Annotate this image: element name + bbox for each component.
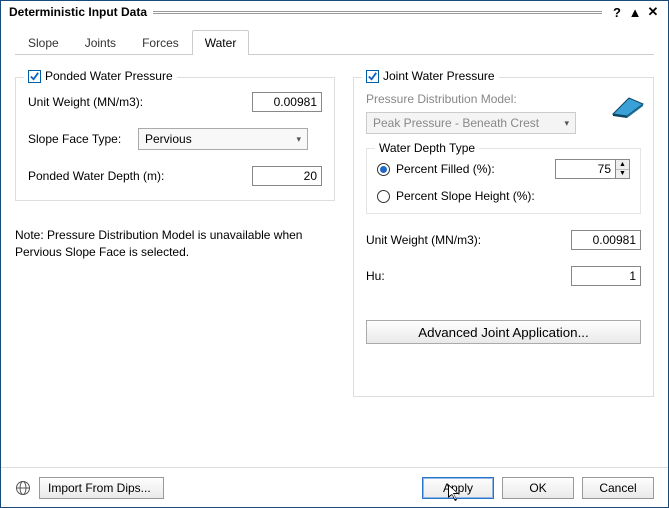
advanced-joint-button[interactable]: Advanced Joint Application... xyxy=(366,320,641,344)
dialog-body: Slope Joints Forces Water Ponded Water P… xyxy=(1,23,668,467)
footer: Import From Dips... Apply OK Cancel xyxy=(1,467,668,507)
percent-slope-label: Percent Slope Height (%): xyxy=(396,189,535,203)
collapse-button[interactable]: ▲ xyxy=(626,4,644,20)
help-button[interactable]: ? xyxy=(608,4,626,20)
wedge-icon xyxy=(611,96,645,121)
apply-button[interactable]: Apply xyxy=(422,477,494,499)
percent-filled-radio[interactable] xyxy=(377,163,390,176)
tab-water[interactable]: Water xyxy=(192,30,250,55)
percent-filled-input[interactable] xyxy=(555,159,615,179)
chevron-down-icon: ▾ xyxy=(296,134,301,145)
ponded-water-group: Ponded Water Pressure Unit Weight (MN/m3… xyxy=(15,77,335,201)
ponded-unit-weight-input[interactable] xyxy=(252,92,322,112)
ponded-water-header[interactable]: Ponded Water Pressure xyxy=(24,69,177,83)
ponded-depth-input[interactable] xyxy=(252,166,322,186)
spin-up-icon[interactable]: ▲ xyxy=(616,160,629,170)
hu-label: Hu: xyxy=(366,269,571,283)
water-depth-type-group: Water Depth Type Percent Filled (%): ▲ ▼ xyxy=(366,148,641,214)
percent-filled-spin[interactable]: ▲ ▼ xyxy=(555,159,630,179)
slope-face-type-select[interactable]: Pervious ▾ xyxy=(138,128,308,150)
pdm-value: Peak Pressure - Beneath Crest xyxy=(373,116,539,130)
titlebar-separator xyxy=(153,11,602,14)
spin-down-icon[interactable]: ▼ xyxy=(616,170,629,179)
ponded-water-title: Ponded Water Pressure xyxy=(45,69,173,83)
pdm-label: Pressure Distribution Model: xyxy=(366,92,641,106)
slope-face-type-value: Pervious xyxy=(145,132,192,146)
hu-input[interactable] xyxy=(571,266,641,286)
left-column: Ponded Water Pressure Unit Weight (MN/m3… xyxy=(15,69,335,261)
percent-slope-radio[interactable] xyxy=(377,190,390,203)
pdm-select: Peak Pressure - Beneath Crest ▾ xyxy=(366,112,576,134)
percent-filled-label: Percent Filled (%): xyxy=(396,162,549,176)
joint-water-checkbox[interactable] xyxy=(366,70,379,83)
import-from-dips-button[interactable]: Import From Dips... xyxy=(39,477,164,499)
ponded-unit-weight-label: Unit Weight (MN/m3): xyxy=(28,95,252,109)
ponded-water-checkbox[interactable] xyxy=(28,70,41,83)
joint-water-group: Joint Water Pressure Pressure Distributi… xyxy=(353,77,654,397)
joint-unit-weight-label: Unit Weight (MN/m3): xyxy=(366,233,571,247)
columns: Ponded Water Pressure Unit Weight (MN/m3… xyxy=(15,69,654,397)
joint-unit-weight-input[interactable] xyxy=(571,230,641,250)
pervious-note: Note: Pressure Distribution Model is una… xyxy=(15,227,335,261)
cancel-button[interactable]: Cancel xyxy=(582,477,654,499)
joint-water-title: Joint Water Pressure xyxy=(383,69,495,83)
window-title: Deterministic Input Data xyxy=(9,5,147,19)
ponded-depth-label: Ponded Water Depth (m): xyxy=(28,169,252,183)
joint-water-header[interactable]: Joint Water Pressure xyxy=(362,69,499,83)
spin-arrows[interactable]: ▲ ▼ xyxy=(615,159,630,179)
water-depth-type-title: Water Depth Type xyxy=(375,141,479,155)
chevron-down-icon: ▾ xyxy=(564,118,569,129)
tab-joints[interactable]: Joints xyxy=(72,30,129,55)
right-column: Joint Water Pressure Pressure Distributi… xyxy=(353,69,654,397)
titlebar: Deterministic Input Data ? ▲ ✕ xyxy=(1,1,668,23)
window: Deterministic Input Data ? ▲ ✕ Slope Joi… xyxy=(0,0,669,508)
globe-icon xyxy=(15,480,31,496)
tab-slope[interactable]: Slope xyxy=(15,30,72,55)
tab-bar: Slope Joints Forces Water xyxy=(15,29,654,55)
close-button[interactable]: ✕ xyxy=(644,4,662,20)
tab-forces[interactable]: Forces xyxy=(129,30,192,55)
slope-face-type-label: Slope Face Type: xyxy=(28,132,138,146)
ok-button[interactable]: OK xyxy=(502,477,574,499)
